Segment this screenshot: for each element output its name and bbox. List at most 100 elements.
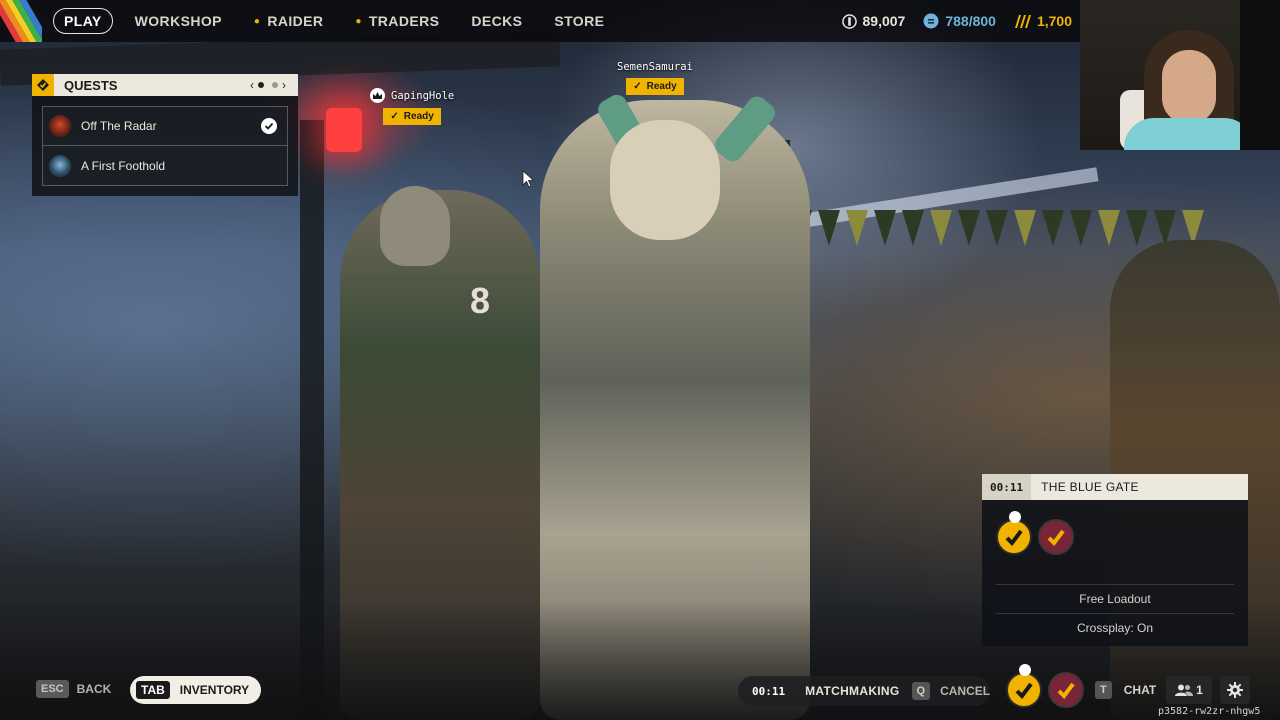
quests-list: Off The Radar A First Foothold	[32, 96, 298, 196]
crossplay-setting: Crossplay: On	[1076, 621, 1154, 635]
crown-icon	[1019, 664, 1031, 676]
player-name-text: SemenSamurai	[617, 61, 693, 73]
chevron-right-icon[interactable]: ›	[282, 78, 286, 92]
character-helmet	[380, 186, 450, 266]
pager-dot-active	[258, 82, 264, 88]
player-tag-gapinghole: GapingHole ✓ Ready	[370, 88, 454, 125]
check-icon: ✓	[390, 111, 399, 122]
matchmaking-label: MATCHMAKING	[805, 684, 900, 698]
notification-dot-icon: ●	[355, 15, 362, 27]
character-head	[610, 120, 720, 240]
t-key-hint: T	[1095, 681, 1112, 699]
nav-raider-label: RAIDER	[267, 13, 324, 29]
nav-play-button[interactable]: PLAY	[53, 8, 113, 34]
squad-slot-member[interactable]	[1048, 672, 1084, 708]
nav-traders-label: TRADERS	[368, 13, 440, 29]
character-headwrap-horn	[711, 92, 779, 166]
crown-icon	[1009, 511, 1021, 523]
gear-icon	[1227, 682, 1243, 698]
pager-dot	[272, 82, 278, 88]
quests-title: QUESTS	[64, 77, 118, 93]
character-shoulder-number: 8	[470, 280, 491, 321]
esc-key-hint: ESC	[36, 680, 69, 698]
chat-button[interactable]: T CHAT	[1095, 681, 1156, 699]
nav-decks[interactable]: DECKS	[471, 13, 522, 29]
player-name: GapingHole	[370, 88, 454, 103]
nav-workshop[interactable]: WORKSHOP	[135, 13, 222, 29]
quest-item-off-the-radar[interactable]: Off The Radar	[42, 106, 288, 146]
ready-badge: ✓ Ready	[626, 78, 684, 95]
raider-tokens-value: 1,700	[1036, 13, 1072, 29]
nav-store[interactable]: STORE	[554, 13, 604, 29]
cancel-button[interactable]: CANCEL	[940, 684, 990, 698]
friends-icon	[1175, 684, 1194, 696]
ready-label: Ready	[646, 81, 677, 92]
matchmaking-timer: 00:11	[752, 684, 786, 698]
quest-thumbnail-icon	[49, 115, 71, 137]
back-label: BACK	[76, 682, 112, 696]
lobby-panel: 00:11 THE BLUE GATE Free Loadout Crosspl…	[982, 474, 1248, 646]
lobby-timer: 00:11	[982, 474, 1032, 500]
webcam-wall	[1240, 0, 1280, 150]
friends-button[interactable]: 1	[1166, 676, 1212, 704]
quest-thumbnail-icon	[49, 154, 71, 177]
nav-raider[interactable]: ● RAIDER	[254, 13, 324, 29]
coins-currency[interactable]: 89,007	[841, 13, 906, 29]
chat-label: CHAT	[1123, 683, 1157, 697]
ready-badge: ✓ Ready	[383, 108, 441, 125]
mouse-cursor-icon	[522, 170, 535, 188]
quest-label: Off The Radar	[81, 119, 157, 133]
quest-icon	[32, 74, 54, 96]
back-button[interactable]: ESC BACK	[36, 680, 111, 698]
lobby-squad-avatars	[996, 511, 1234, 560]
check-icon: ✓	[633, 81, 642, 92]
coin-icon	[841, 13, 857, 29]
inventory-label: INVENTORY	[179, 683, 250, 697]
crown-icon	[370, 88, 385, 103]
lobby-body: Free Loadout Crossplay: On	[982, 500, 1248, 646]
main-nav: PLAY WORKSHOP ● RAIDER ● TRADERS DECKS STO…	[53, 0, 636, 42]
chevron-left-icon[interactable]: ‹	[250, 78, 254, 92]
quests-header: QUESTS ‹ ›	[32, 74, 298, 96]
top-nav-bar: PLAY WORKSHOP ● RAIDER ● TRADERS DECKS STO…	[0, 0, 1080, 42]
webcam-person-shirt	[1124, 118, 1254, 150]
streamer-webcam	[1080, 0, 1280, 150]
scene-red-lamp	[326, 108, 362, 152]
creds-currency[interactable]: 788/800	[923, 13, 996, 29]
session-id: p3582-rw2zr-nhgw5	[1158, 706, 1261, 717]
notification-dot-icon: ●	[253, 15, 261, 27]
squad-avatar-member[interactable]	[1038, 519, 1074, 555]
squad-avatar-leader[interactable]	[996, 511, 1032, 555]
nav-decks-label: DECKS	[471, 13, 523, 29]
nav-workshop-label: WORKSHOP	[134, 13, 222, 29]
friends-count: 1	[1196, 683, 1203, 697]
creds-value: 788/800	[945, 13, 996, 29]
check-icon	[261, 118, 277, 134]
quest-item-a-first-foothold[interactable]: A First Foothold	[42, 146, 288, 186]
squad-slot-leader[interactable]	[1006, 664, 1042, 708]
inventory-button[interactable]: TAB INVENTORY	[130, 676, 262, 704]
raider-tokens-currency[interactable]: 1,700	[1014, 13, 1072, 29]
creds-icon	[923, 13, 939, 29]
webcam-person-face	[1162, 50, 1216, 124]
loadout-setting: Free Loadout	[1079, 592, 1151, 606]
map-name: THE BLUE GATE	[1041, 480, 1139, 494]
player-name: SemenSamurai	[617, 61, 693, 73]
ready-label: Ready	[403, 111, 434, 122]
coins-value: 89,007	[862, 13, 906, 29]
q-key-hint[interactable]: Q	[911, 682, 931, 700]
tab-key-hint: TAB	[136, 681, 170, 699]
quests-panel: QUESTS ‹ › Off The Radar A First Foothol…	[32, 74, 298, 196]
matchmaking-status: 00:11 MATCHMAKING Q CANCEL	[738, 676, 990, 706]
quests-pager: ‹ ›	[250, 78, 286, 92]
nav-traders[interactable]: ● TRADERS	[355, 13, 439, 29]
settings-button[interactable]	[1220, 676, 1250, 704]
player-tag-semensamurai: SemenSamurai ✓ Ready	[617, 61, 693, 95]
player-name-text: GapingHole	[391, 89, 455, 102]
currency-bar: 89,007 788/800 1,700	[824, 0, 1072, 42]
raider-token-icon	[1014, 14, 1031, 28]
lobby-header: 00:11 THE BLUE GATE	[982, 474, 1248, 500]
quest-label: A First Foothold	[81, 158, 166, 173]
rainbow-stripe-logo	[0, 0, 42, 42]
nav-store-label: STORE	[554, 13, 605, 29]
